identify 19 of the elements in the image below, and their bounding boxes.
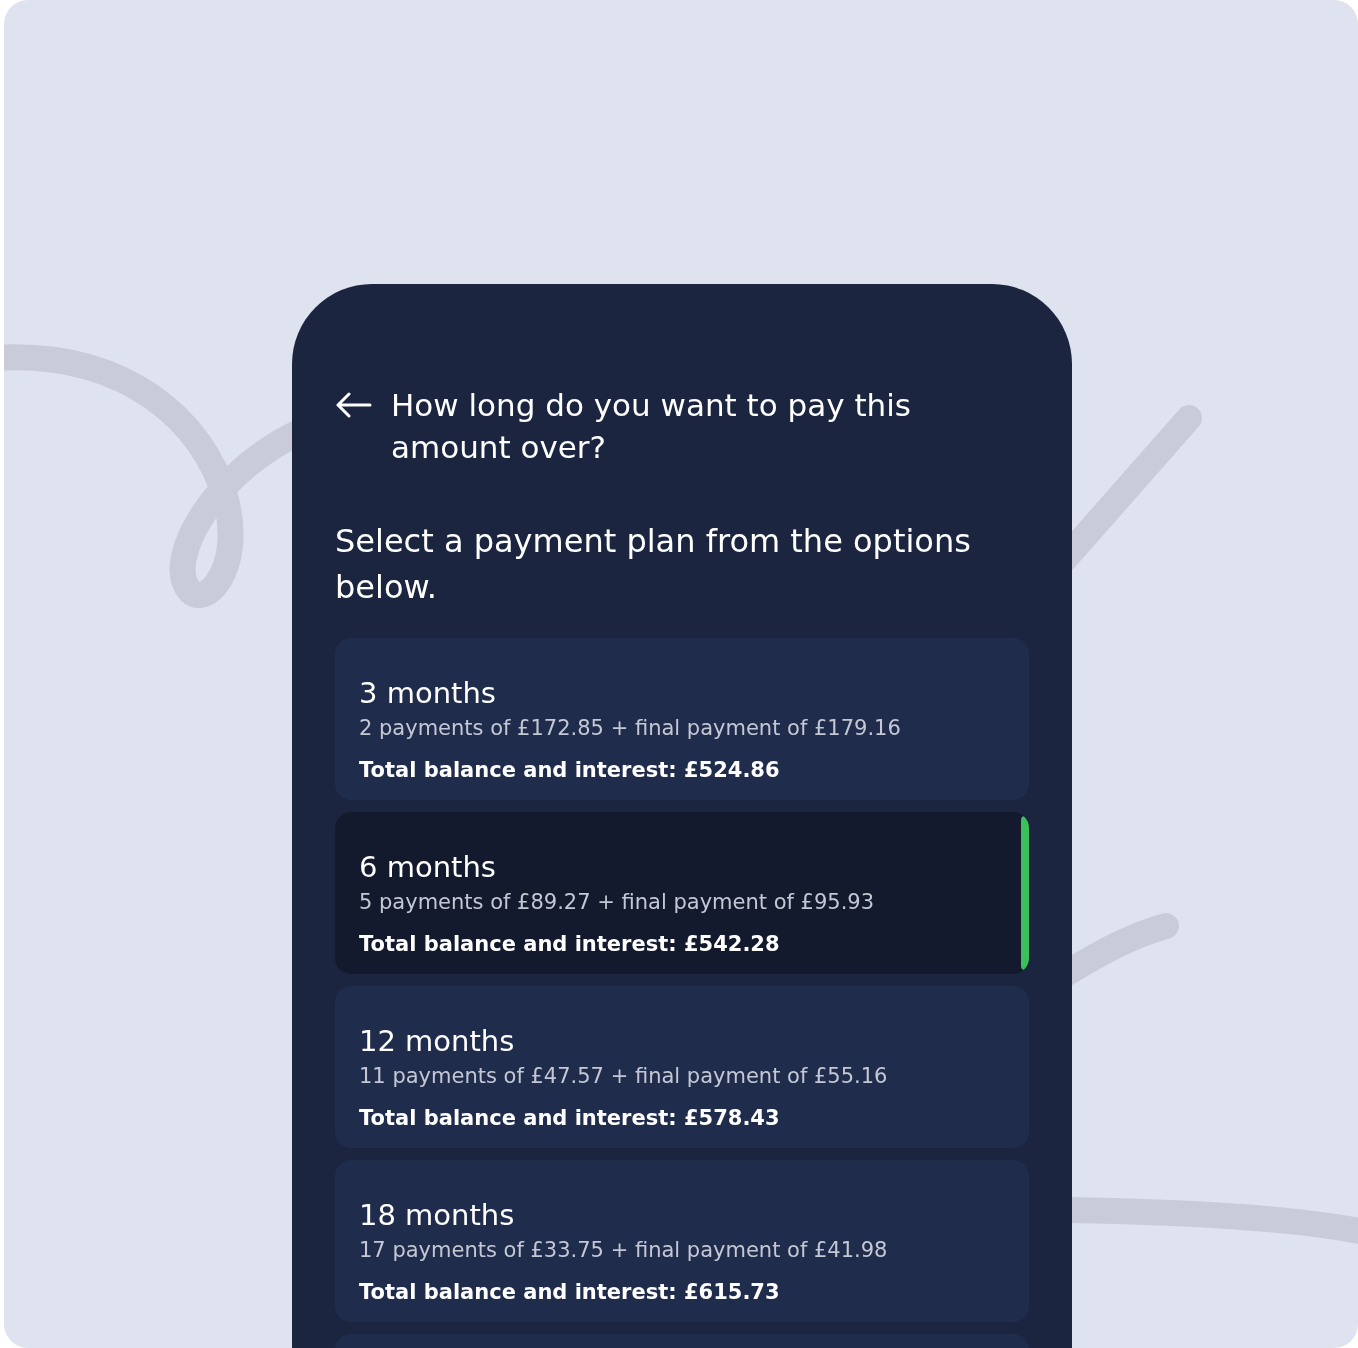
plan-option-card[interactable]: 18 months 17 payments of £33.75 + final payment of £41.98 Total balance and interest: £615.73 <box>335 1160 1029 1322</box>
plan-option-card[interactable]: 12 months 11 payments of £47.57 + final payment of £55.16 Total balance and interest: £578.43 <box>335 986 1029 1148</box>
plan-total: Total balance and interest: £578.43 <box>359 1105 781 1132</box>
plan-payments: 5 payments of £89.27 + final payment of £95.93 <box>359 889 876 916</box>
plan-title: 6 months <box>359 849 497 885</box>
intro-text: Select a payment plan from the options below. <box>335 521 972 608</box>
back-arrow-icon[interactable] <box>335 392 373 418</box>
plan-title: 3 months <box>359 675 497 711</box>
plan-title: 12 months <box>359 1023 516 1059</box>
plan-payments: 11 payments of £47.57 + final payment of £55.16 <box>359 1063 889 1090</box>
plan-payments: 17 payments of £33.75 + final payment of £41.98 <box>359 1237 889 1264</box>
plan-title: 18 months <box>359 1197 516 1233</box>
plan-total: Total balance and interest: £615.73 <box>359 1279 781 1306</box>
plan-payments: 2 payments of £172.85 + final payment of £179.16 <box>359 715 902 742</box>
plan-option-card[interactable]: 6 months 5 payments of £89.27 + final payment of £95.93 Total balance and interest: £542.28 <box>335 812 1029 974</box>
page-title: How long do you want to pay this amount over? <box>391 386 912 467</box>
plan-option-card[interactable]: 3 months 2 payments of £172.85 + final payment of £179.16 Total balance and interest: £524.86 <box>335 638 1029 800</box>
plan-total: Total balance and interest: £542.28 <box>359 931 781 958</box>
plan-total: Total balance and interest: £524.86 <box>359 757 781 784</box>
